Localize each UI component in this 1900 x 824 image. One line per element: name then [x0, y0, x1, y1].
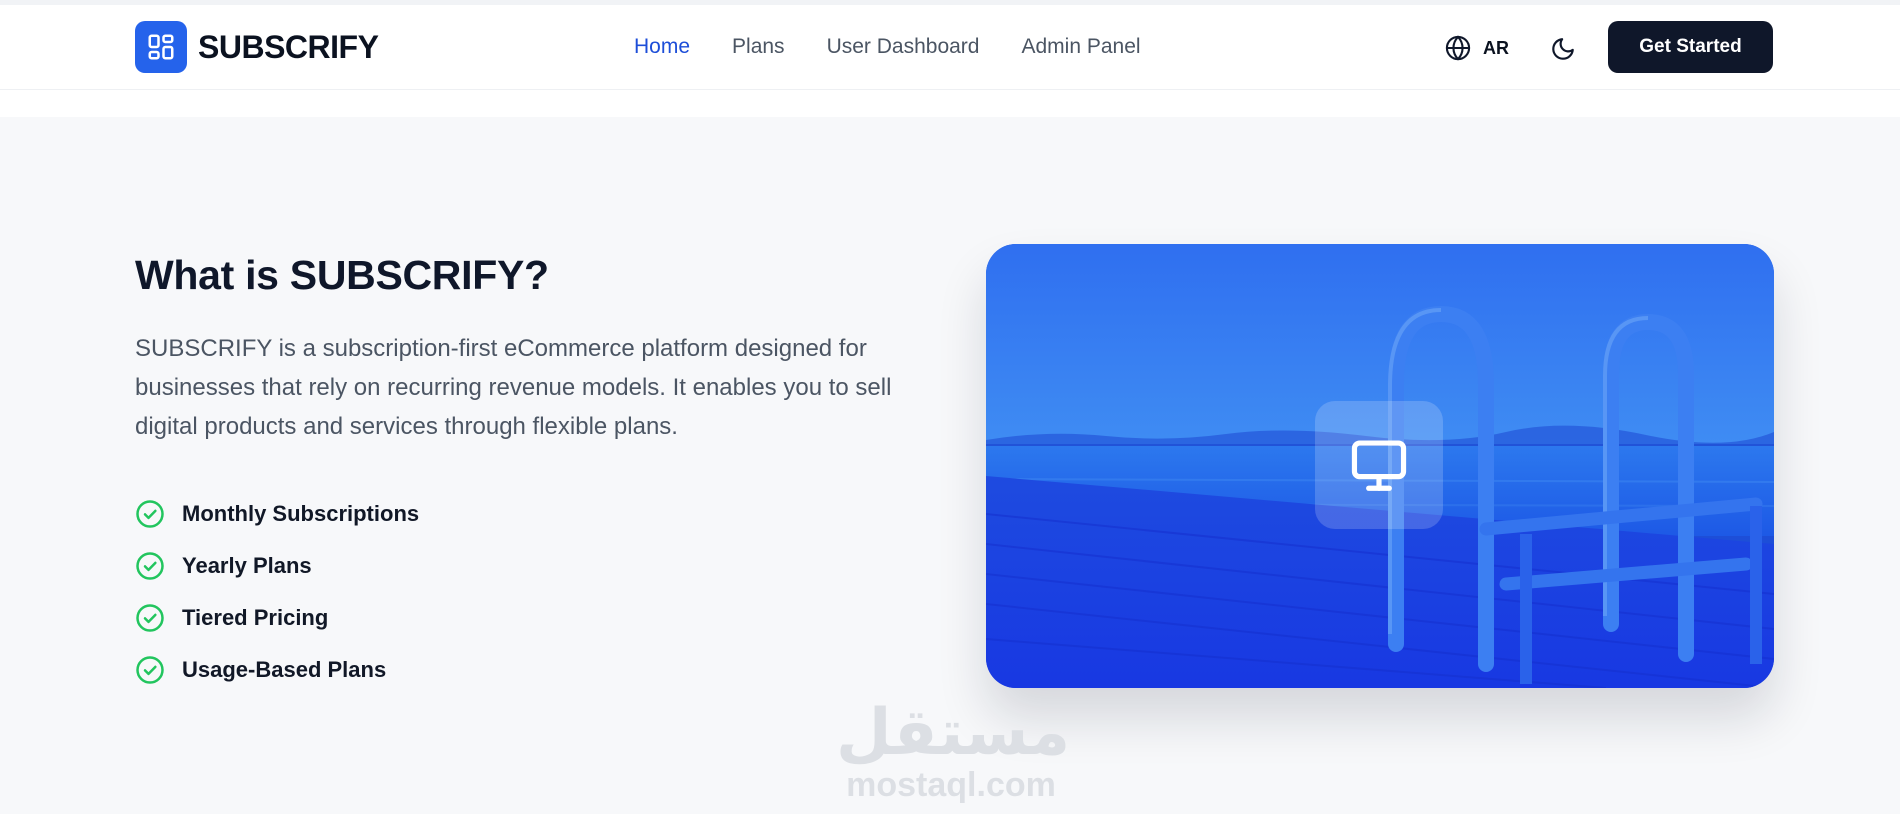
- nav-admin-panel[interactable]: Admin Panel: [1021, 35, 1140, 59]
- feature-item: Yearly Plans: [135, 540, 419, 592]
- check-circle-icon: [136, 500, 164, 528]
- feature-item: Monthly Subscriptions: [135, 488, 419, 540]
- check-circle-icon: [136, 552, 164, 580]
- feature-list: Monthly Subscriptions Yearly Plans Tiere…: [135, 488, 419, 696]
- brand-logo[interactable]: SUBSCRIFY: [135, 21, 379, 73]
- language-switcher[interactable]: AR: [1444, 34, 1509, 62]
- watermark-arabic: مستقل: [836, 696, 1071, 770]
- dashboard-grid-icon: [135, 21, 187, 73]
- feature-label: Tiered Pricing: [182, 605, 329, 630]
- about-section: What is SUBSCRIFY? SUBSCRIFY is a subscr…: [0, 117, 1900, 814]
- theme-toggle[interactable]: [1548, 34, 1578, 64]
- check-circle-icon: [136, 656, 164, 684]
- feature-item: Tiered Pricing: [135, 592, 419, 644]
- brand-name: SUBSCRIFY: [198, 28, 379, 65]
- nav-plans[interactable]: Plans: [732, 35, 785, 59]
- section-description: SUBSCRIFY is a subscription-first eComme…: [135, 335, 892, 440]
- hero-image-card: [986, 244, 1774, 688]
- moon-icon: [1552, 38, 1574, 60]
- mostaql-watermark: مستقل mostaql.com: [836, 696, 1071, 804]
- monitor-icon-tile: [1315, 401, 1443, 529]
- section-title: What is SUBSCRIFY?: [135, 252, 549, 298]
- bottom-strip: [0, 814, 1900, 824]
- nav-user-dashboard[interactable]: User Dashboard: [827, 35, 980, 59]
- feature-item: Usage-Based Plans: [135, 644, 419, 696]
- main-nav: Home Plans User Dashboard Admin Panel: [634, 35, 1141, 59]
- feature-label: Usage-Based Plans: [182, 657, 387, 682]
- globe-icon: [1445, 35, 1471, 61]
- feature-label: Yearly Plans: [182, 553, 312, 578]
- monitor-icon: [1351, 440, 1407, 491]
- nav-home[interactable]: Home: [634, 35, 690, 59]
- get-started-button[interactable]: Get Started: [1608, 21, 1773, 73]
- site-header: SUBSCRIFY Home Plans User Dashboard Admi…: [0, 5, 1900, 90]
- language-label: AR: [1483, 37, 1509, 58]
- watermark-latin: mostaql.com: [846, 766, 1056, 804]
- header-spacer: [0, 90, 1900, 117]
- feature-label: Monthly Subscriptions: [182, 501, 420, 526]
- check-circle-icon: [136, 604, 164, 632]
